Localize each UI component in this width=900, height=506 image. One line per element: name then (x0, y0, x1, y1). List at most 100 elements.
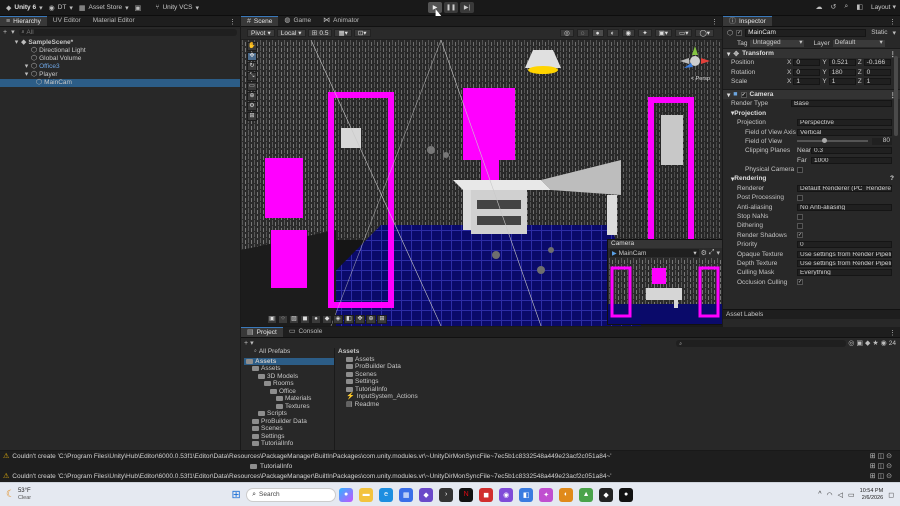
fov-value[interactable]: 80 (872, 137, 892, 145)
rendering-foldout[interactable]: ▾ Rendering? (723, 174, 900, 183)
transform-x-field[interactable]: 0 (793, 59, 821, 67)
transform-z-field[interactable]: 1 (863, 77, 891, 85)
hierarchy-search-input[interactable]: ⌕ All (18, 28, 237, 36)
asset-item[interactable]: TutorialInfo (346, 386, 900, 394)
rect-tool[interactable]: ▭ (247, 82, 257, 91)
rotate-tool[interactable]: ↻ (247, 62, 257, 71)
layers-button[interactable]: ▣ (135, 4, 142, 12)
asset-item[interactable]: Scenes (346, 371, 900, 379)
pb-merge-tool[interactable]: ⊕ (366, 315, 376, 324)
pb-face-mode[interactable]: ◼ (300, 315, 310, 324)
chevron-icon[interactable]: ▾ (24, 63, 29, 71)
fov-slider[interactable] (797, 138, 868, 144)
hierarchy-item[interactable]: ⬡ Global Volume (0, 55, 240, 63)
tab-material-editor[interactable]: Material Editor (87, 16, 141, 26)
pb-extrude-tool[interactable]: ◈ (333, 315, 343, 324)
near-clip-field[interactable]: 0.3 (811, 147, 892, 155)
priority-field[interactable]: 0 (797, 241, 892, 249)
app-icon[interactable]: ◧ (519, 487, 534, 502)
filter-icon[interactable]: ◎ (848, 339, 854, 347)
project-tree-item[interactable]: Rooms (244, 380, 334, 388)
pb-object-mode[interactable]: ▣ (267, 315, 277, 324)
projection-dropdown[interactable]: Perspective (797, 119, 892, 127)
app-icon[interactable]: ▲ (579, 487, 594, 502)
camera-enabled-checkbox[interactable]: ✓ (740, 91, 747, 98)
project-tree-item[interactable]: Materials (244, 395, 334, 403)
app-icon[interactable]: ◐ (559, 487, 574, 502)
maximize-icon[interactable]: ⤢ (709, 249, 715, 257)
transform-y-field[interactable]: 0.521 (828, 59, 856, 67)
copilot-icon[interactable]: ● (339, 487, 354, 502)
asset-labels-bar[interactable]: Asset Labels (723, 309, 900, 319)
history-icon[interactable]: ↺ (831, 3, 837, 11)
explorer-icon[interactable]: ▬ (359, 487, 374, 502)
transform-tool[interactable]: ⊕ (247, 92, 257, 101)
transform-z-field[interactable]: -0.166 (863, 59, 891, 67)
console-message[interactable]: ⚠ Couldn't create 'C:\Program Files\Unity… (0, 471, 900, 481)
tab-hierarchy[interactable]: ≡ Hierarchy (0, 16, 47, 26)
tree-item-overflow[interactable]: TutorialInfo ⊞ ◫ ⊙ (0, 461, 900, 471)
layers-icon[interactable]: ◧ (856, 3, 863, 11)
settings-icon[interactable]: ⚙ (701, 249, 707, 257)
netflix-icon[interactable]: N (459, 487, 474, 502)
effects-toggle[interactable]: ▣▾ (654, 29, 673, 37)
layout-dropdown[interactable]: Layout ▾ (871, 3, 896, 12)
project-tree-item[interactable]: Office (244, 388, 334, 396)
snap-increment[interactable]: ⊞ 0.5 (307, 29, 333, 37)
asset-item[interactable]: ProBuilder Data (346, 363, 900, 371)
hierarchy-item[interactable]: ⬡ MainCam (0, 79, 240, 87)
render-type-dropdown[interactable]: Base (791, 100, 892, 108)
shading-wireframe[interactable]: ◌ (576, 29, 589, 37)
transform-z-field[interactable]: 0 (863, 68, 891, 76)
stop-nans-checkbox[interactable] (797, 213, 803, 220)
tab-project[interactable]: ▤ Project (241, 327, 283, 337)
weather-widget[interactable]: ☾ 53°F Clear (6, 488, 31, 502)
add-icon[interactable]: + (3, 29, 7, 36)
custom-tool[interactable]: ⚙ (247, 102, 257, 111)
pb-select-tool[interactable]: ◆ (322, 315, 332, 324)
pause-button[interactable]: ❚❚ (444, 2, 458, 13)
local-toggle[interactable]: Local ▾ (276, 29, 306, 37)
project-tree-item[interactable]: Textures (244, 403, 334, 411)
chevron-up-icon[interactable]: ^ (818, 491, 821, 498)
pb-move-tool[interactable]: ✥ (355, 315, 365, 324)
renderer-dropdown[interactable]: Default Renderer (PC_Renderer) (797, 184, 892, 192)
tab-animator[interactable]: ⋈ Animator (317, 16, 365, 26)
taskbar-search[interactable]: ⌕ Search (246, 487, 337, 502)
gizmo-toggle[interactable]: ◎ (560, 29, 574, 37)
post-processing-checkbox[interactable] (797, 194, 803, 201)
tab-game[interactable]: ◍ Game (278, 16, 317, 26)
project-tree-item[interactable]: Scenes (244, 425, 334, 433)
transform-header[interactable]: ▾ ✥ Transform ⋮ (723, 48, 900, 58)
unity-icon[interactable]: ◆ (599, 487, 614, 502)
view-tool[interactable]: ✋ (247, 42, 257, 51)
name-field[interactable]: MainCam (745, 28, 867, 37)
hierarchy-item[interactable]: ▾ ⬡ Player (0, 71, 240, 79)
type-icon[interactable]: ▣ (856, 339, 863, 347)
tab-scene[interactable]: # Scene (241, 16, 279, 26)
tag-dropdown[interactable]: Untagged ▾ (750, 39, 805, 47)
volume-icon[interactable]: ◁ (838, 491, 843, 499)
pb-vertex-mode[interactable]: ⁘ (278, 315, 288, 324)
depth-texture-dropdown[interactable]: Use settings from Render Pipeli (797, 260, 892, 267)
search-icon[interactable]: ⌕ (844, 3, 848, 11)
app-icon[interactable]: ◉ (499, 487, 514, 502)
more-icon[interactable]: ⋮ (889, 329, 896, 337)
camera-select-dropdown[interactable]: ▶ MainCam ▾ (610, 249, 699, 257)
asset-item[interactable]: Assets (346, 356, 900, 364)
project-tree-item[interactable]: Assets (244, 357, 334, 365)
layer-dropdown[interactable]: Default ▾ (832, 39, 885, 47)
app-icon[interactable]: ◆ (419, 487, 434, 502)
clock[interactable]: 10:54 PM 2/6/2026 (860, 488, 884, 502)
occlusion-culling-checkbox[interactable]: ✓ (797, 279, 803, 286)
project-tree-item[interactable]: ProBuilder Data (244, 418, 334, 426)
snap-toggle[interactable]: ⊡▾ (353, 29, 371, 37)
project-tree-item[interactable]: Assets (244, 365, 334, 373)
pb-plane-tool[interactable]: ◧ (344, 315, 354, 324)
app-icon[interactable]: ● (619, 487, 634, 502)
hierarchy-item[interactable]: ▾ ◆ SampleScene* (0, 39, 240, 47)
project-tree-item[interactable]: 3D Models (244, 373, 334, 381)
asset-item[interactable]: Settings (346, 378, 900, 386)
chevron-icon[interactable]: ▾ (14, 39, 19, 47)
opaque-texture-dropdown[interactable]: Use settings from Render Pipeli (797, 250, 892, 258)
